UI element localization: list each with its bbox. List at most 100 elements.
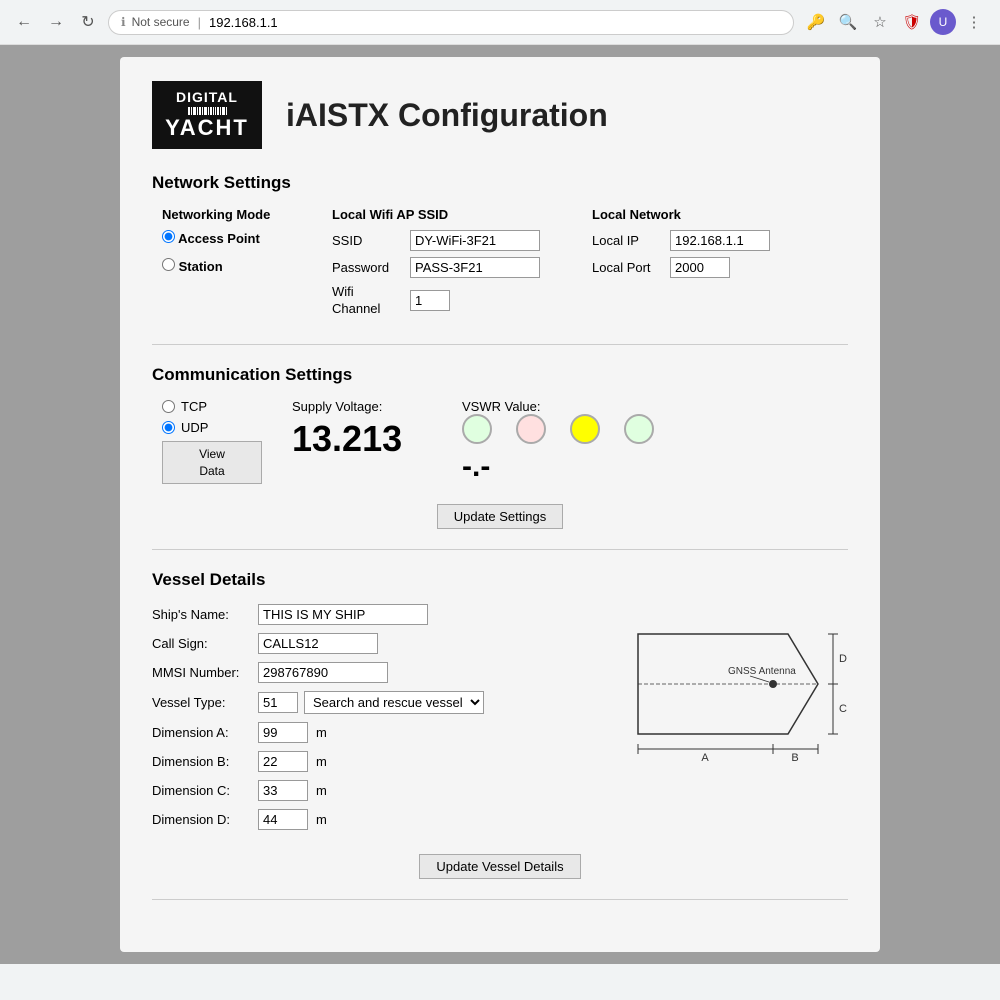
call-sign-label: Call Sign: [152,636,252,651]
ssid-group: SSID [332,230,552,251]
ssid-label: SSID [332,233,402,248]
local-port-label: Local Port [592,260,662,275]
vessel-diagram: A B C [588,604,848,767]
networking-mode-section: Networking Mode Access Point Station [162,207,292,282]
mmsi-input[interactable] [258,662,388,683]
comm-settings-grid: TCP UDP ViewData Supply Voltage: 13.213 … [162,399,848,485]
networking-mode-radios: Access Point Station [162,230,292,282]
local-port-group: Local Port [592,257,772,278]
dim-c-label: Dimension C: [152,783,252,798]
back-button[interactable]: ← [12,10,36,34]
vessel-details-grid: Ship's Name: Call Sign: MMSI Number: Ves… [152,604,848,838]
toolbar-icons: 🔑 🔍 ☆ 🛡 U ⋮ [802,8,988,36]
logo-box: DIGITAL YACHT [152,81,262,149]
station-label: Station [179,259,223,274]
udp-radio-item[interactable]: UDP [162,420,262,435]
gnss-antenna-label: GNSS Antenna [728,666,796,677]
wifi-ssid-title: Local Wifi AP SSID [332,207,552,222]
avatar[interactable]: U [930,9,956,35]
page-header: DIGITAL YACHT iAISTX Configuration [152,81,848,149]
forward-button[interactable]: → [44,10,68,34]
local-port-input[interactable] [670,257,730,278]
wifi-channel-group: WifiChannel [332,284,552,318]
udp-label: UDP [181,420,208,435]
logo-barcode [162,107,252,115]
ssid-input[interactable] [410,230,540,251]
dim-c-diagram-label: C [839,703,847,715]
password-input[interactable] [410,257,540,278]
dim-a-row: Dimension A: m [152,722,568,743]
shield-icon-button[interactable]: 🛡 [898,8,926,36]
divider-3 [152,899,848,900]
call-sign-input[interactable] [258,633,378,654]
dim-c-input[interactable] [258,780,308,801]
vessel-details-title: Vessel Details [152,570,848,590]
local-ip-input[interactable] [670,230,770,251]
vessel-form: Ship's Name: Call Sign: MMSI Number: Ves… [152,604,568,838]
udp-radio[interactable] [162,421,175,434]
dim-d-unit: m [316,812,327,827]
dim-d-label: Dimension D: [152,812,252,827]
tcp-radio[interactable] [162,400,175,413]
update-settings-button[interactable]: Update Settings [437,504,564,529]
dim-b-input[interactable] [258,751,308,772]
vswr-label: VSWR Value: [462,399,662,414]
vswr-circle-2 [516,414,546,444]
search-icon-button[interactable]: 🔍 [834,8,862,36]
not-secure-label: Not secure [132,15,190,29]
dim-b-diagram-label: B [791,752,798,764]
wifi-ssid-section: Local Wifi AP SSID SSID Password WifiCha… [332,207,552,324]
browser-body: DIGITAL YACHT iAISTX Configuration Netwo… [0,45,1000,964]
voltage-label: Supply Voltage: [292,399,432,414]
address-bar[interactable]: ℹ Not secure | 192.168.1.1 [108,10,794,35]
dim-d-input[interactable] [258,809,308,830]
menu-button[interactable]: ⋮ [960,8,988,36]
reload-button[interactable]: ↻ [76,10,100,34]
divider-2 [152,549,848,550]
dim-c-row: Dimension C: m [152,780,568,801]
ship-name-input[interactable] [258,604,428,625]
password-label: Password [332,260,402,275]
tcp-radio-item[interactable]: TCP [162,399,262,414]
logo-digital: DIGITAL [162,89,252,105]
dim-b-label: Dimension B: [152,754,252,769]
wifi-channel-input[interactable] [410,290,450,311]
station-radio[interactable] [162,258,175,271]
mmsi-row: MMSI Number: [152,662,568,683]
station-radio-item[interactable]: Station [162,258,292,274]
vessel-type-code-input[interactable] [258,692,298,713]
vswr-circles [462,414,662,444]
page-title: iAISTX Configuration [286,97,608,134]
vessel-type-label: Vessel Type: [152,695,252,710]
view-data-button[interactable]: ViewData [162,441,262,485]
dim-b-row: Dimension B: m [152,751,568,772]
mmsi-label: MMSI Number: [152,665,252,680]
network-settings-grid: Networking Mode Access Point Station [162,207,848,324]
dim-a-label: Dimension A: [152,725,252,740]
gnss-antenna-dot [769,680,777,688]
call-sign-row: Call Sign: [152,633,568,654]
vessel-type-select[interactable]: Search and rescue vessels ▼ [304,691,484,714]
ship-name-label: Ship's Name: [152,607,252,622]
ship-name-row: Ship's Name: [152,604,568,625]
local-ip-label: Local IP [592,233,662,248]
vswr-circle-4 [624,414,654,444]
vswr-circle-3 [570,414,600,444]
url-text: 192.168.1.1 [209,15,278,30]
voltage-section: Supply Voltage: 13.213 [292,399,432,460]
divider-1 [152,344,848,345]
access-point-label: Access Point [178,231,260,246]
ship-svg: A B C [588,604,848,764]
access-point-radio-item[interactable]: Access Point [162,230,292,246]
bookmark-icon-button[interactable]: ☆ [866,8,894,36]
update-vessel-button[interactable]: Update Vessel Details [419,854,580,879]
voltage-value: 13.213 [292,418,432,460]
dim-a-input[interactable] [258,722,308,743]
comm-left: TCP UDP ViewData [162,399,262,485]
dim-b-unit: m [316,754,327,769]
password-group: Password [332,257,552,278]
key-icon-button[interactable]: 🔑 [802,8,830,36]
browser-toolbar: ← → ↻ ℹ Not secure | 192.168.1.1 🔑 🔍 ☆ 🛡… [0,0,1000,45]
access-point-radio[interactable] [162,230,175,243]
tcp-label: TCP [181,399,207,414]
